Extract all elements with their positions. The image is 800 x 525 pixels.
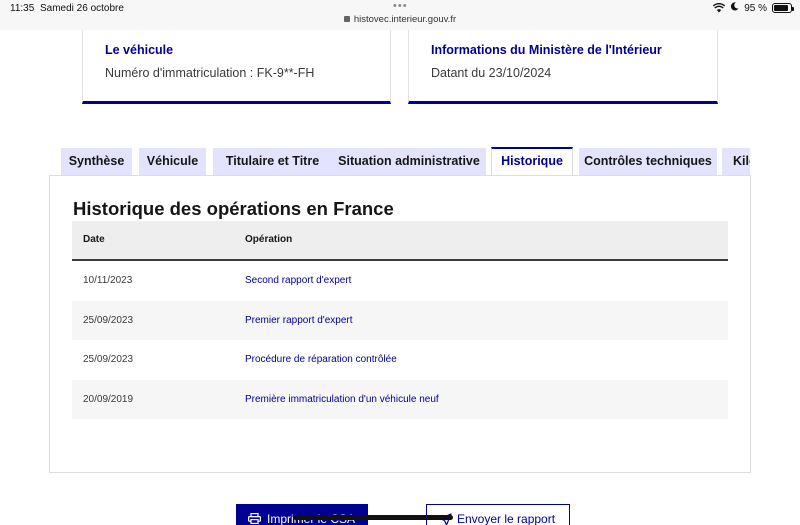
table-header: Date Opération bbox=[72, 221, 728, 261]
card-text: Datant du 23/10/2024 bbox=[431, 66, 552, 80]
status-bar: 11:35 Samedi 26 octobre ••• histovec.int… bbox=[0, 0, 800, 30]
column-header-operation: Opération bbox=[245, 234, 293, 245]
battery-icon bbox=[772, 3, 794, 13]
card-text: Numéro d'immatriculation : FK-9**-FH bbox=[105, 66, 315, 80]
tab-synthese[interactable]: Synthèse bbox=[61, 148, 132, 175]
table-row: 10/11/2023 Second rapport d'expert bbox=[72, 261, 728, 301]
battery-percent: 95 % bbox=[744, 2, 767, 14]
moon-icon bbox=[730, 2, 739, 14]
operations-table: Date Opération 10/11/2023 Second rapport… bbox=[72, 221, 728, 419]
url-text: histovec.interieur.gouv.fr bbox=[353, 14, 457, 25]
tab-controles-techniques[interactable]: Contrôles techniques bbox=[579, 148, 717, 175]
tab-kilometrage[interactable]: Kilométrage bbox=[722, 148, 750, 175]
tab-historique[interactable]: Historique bbox=[491, 147, 573, 175]
table-row: 25/09/2023 Procédure de réparation contr… bbox=[72, 340, 728, 380]
row-operation: Premier rapport d'expert bbox=[245, 314, 353, 326]
row-date: 25/09/2023 bbox=[83, 314, 134, 326]
row-date: 10/11/2023 bbox=[83, 275, 133, 286]
home-indicator[interactable] bbox=[293, 515, 453, 520]
wifi-icon bbox=[713, 3, 726, 13]
ministry-info-card: Informations du Ministère de l'Intérieur… bbox=[408, 30, 718, 104]
address-bar[interactable]: histovec.interieur.gouv.fr bbox=[0, 14, 800, 25]
tab-vehicule[interactable]: Véhicule bbox=[139, 148, 206, 175]
row-operation: Procédure de réparation contrôlée bbox=[245, 354, 397, 365]
tab-situation-administrative[interactable]: Situation administrative bbox=[332, 148, 486, 175]
vehicle-card: Le véhicule Numéro d'immatriculation : F… bbox=[82, 30, 391, 104]
row-date: 25/09/2023 bbox=[83, 354, 134, 365]
lock-icon bbox=[343, 16, 350, 22]
row-date: 20/09/2019 bbox=[83, 393, 134, 405]
clock: 11:35 bbox=[10, 3, 35, 14]
table-row: 25/09/2023 Premier rapport d'expert bbox=[72, 300, 728, 340]
row-operation: Second rapport d'expert bbox=[245, 275, 352, 286]
printer-icon bbox=[248, 513, 262, 524]
section-title: Historique des opérations en France bbox=[73, 198, 394, 219]
tab-titulaire[interactable]: Titulaire et Titre bbox=[213, 148, 332, 175]
row-operation: Première immatriculation d'un véhicule n… bbox=[245, 393, 439, 405]
card-title: Le véhicule bbox=[105, 43, 174, 57]
tab-list: Synthèse Véhicule Titulaire et Titre Sit… bbox=[61, 147, 750, 175]
multitasking-dots-icon[interactable]: ••• bbox=[393, 0, 408, 12]
card-title: Informations du Ministère de l'Intérieur bbox=[431, 43, 662, 57]
column-header-date: Date bbox=[83, 234, 105, 245]
table-row: 20/09/2019 Première immatriculation d'un… bbox=[72, 379, 728, 419]
date: Samedi 26 octobre bbox=[40, 3, 124, 14]
send-report-label: Envoyer le rapport bbox=[457, 512, 556, 525]
